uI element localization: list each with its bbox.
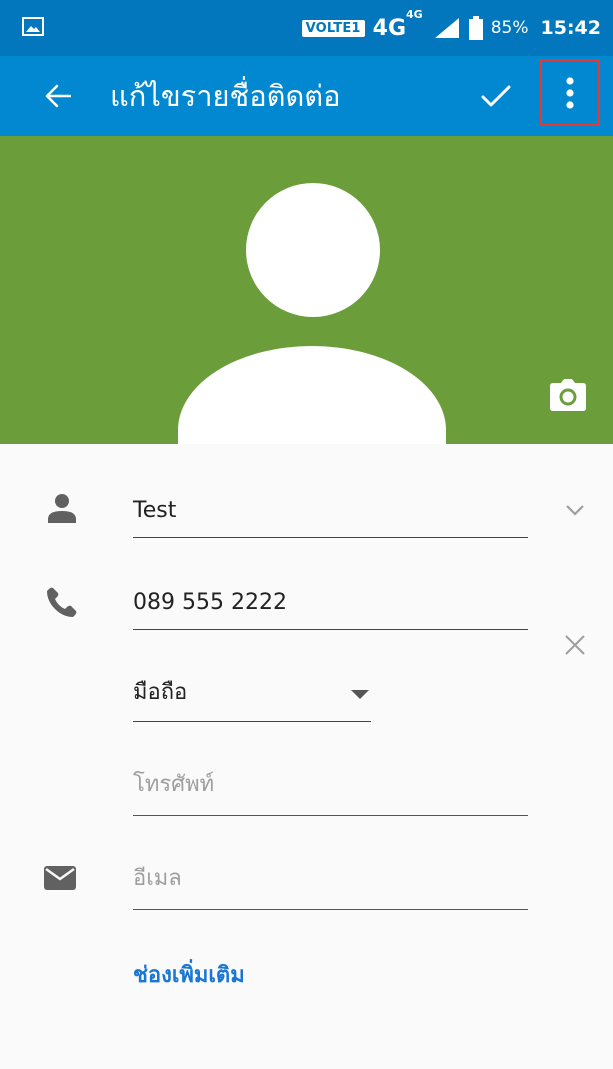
phone-value: 089 555 2222 <box>133 590 287 615</box>
phone-type-value: มือถือ <box>133 680 188 705</box>
person-icon <box>42 488 82 528</box>
name-value: Test <box>133 498 177 523</box>
more-vert-icon <box>566 76 574 109</box>
phone-type-select[interactable]: มือถือ <box>133 672 371 722</box>
check-icon <box>481 85 511 107</box>
avatar-head <box>246 183 380 317</box>
back-button[interactable] <box>36 74 80 118</box>
camera-icon[interactable] <box>550 379 586 411</box>
email-icon <box>40 858 80 898</box>
edit-form: Test 089 555 2222 มือถือ โทรศัพท์ อีเมล … <box>0 444 613 1069</box>
clock: 15:42 <box>540 17 601 39</box>
dropdown-caret-icon <box>351 690 369 699</box>
signal-icon <box>434 18 459 38</box>
battery-percent: 85% <box>490 18 529 38</box>
contact-photo-area[interactable] <box>0 136 613 444</box>
page-title: แก้ไขรายชื่อติดต่อ <box>110 79 341 113</box>
volte-badge: VOLTE1 <box>301 19 365 37</box>
email-placeholder: อีเมล <box>133 866 182 891</box>
phone-placeholder: โทรศัพท์ <box>133 772 215 797</box>
name-field[interactable]: Test <box>133 488 528 538</box>
expand-name-button[interactable] <box>555 490 595 530</box>
phone-icon <box>42 582 82 622</box>
battery-icon <box>468 16 483 40</box>
save-button[interactable] <box>472 72 520 120</box>
app-bar: แก้ไขรายชื่อติดต่อ <box>0 56 613 136</box>
gallery-notification-icon <box>22 17 44 36</box>
arrow-back-icon <box>45 84 71 108</box>
network-sup: 4G <box>406 8 423 22</box>
more-fields-link[interactable]: ช่องเพิ่มเติม <box>133 957 245 992</box>
phone-field[interactable]: 089 555 2222 <box>133 580 528 630</box>
chevron-down-icon <box>566 505 584 516</box>
more-options-button[interactable] <box>540 59 600 126</box>
status-indicators: VOLTE1 4G4G 85% 15:42 <box>301 8 601 44</box>
phone-empty-field[interactable]: โทรศัพท์ <box>133 766 528 816</box>
remove-phone-button[interactable] <box>555 625 595 665</box>
screen: VOLTE1 4G4G 85% 15:42 แก้ไขรายชื่อติดต่อ <box>0 0 613 1069</box>
avatar-body <box>178 346 446 444</box>
status-bar: VOLTE1 4G4G 85% 15:42 <box>0 0 613 56</box>
email-field[interactable]: อีเมล <box>133 860 528 910</box>
close-icon <box>565 635 585 655</box>
network-label: 4G <box>372 15 407 41</box>
network-type: 4G4G <box>372 8 425 41</box>
